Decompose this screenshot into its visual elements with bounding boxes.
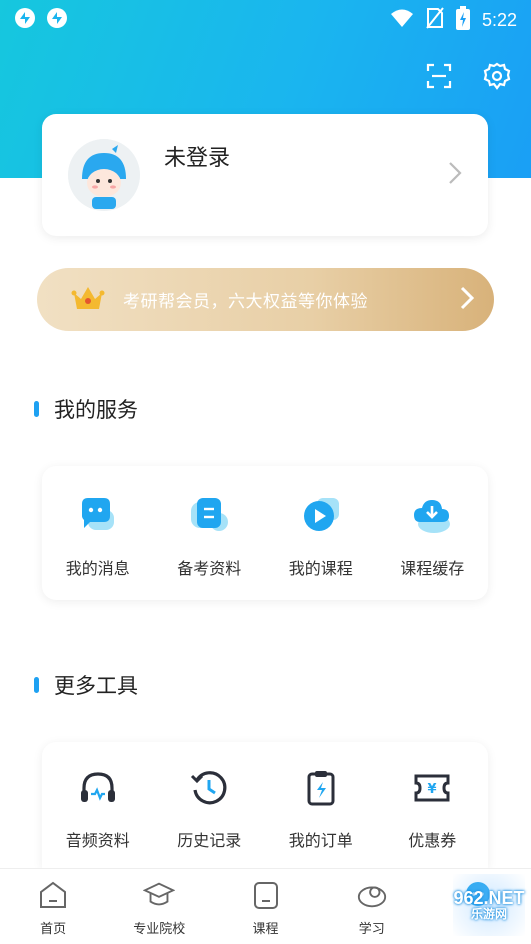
gear-icon <box>483 62 511 94</box>
headphones-icon <box>78 768 118 808</box>
tool-history[interactable]: 历史记录 <box>154 742 266 868</box>
study-icon <box>356 879 388 911</box>
tool-orders[interactable]: 我的订单 <box>265 742 377 868</box>
graduation-cap-icon <box>143 879 176 911</box>
service-label: 课程缓存 <box>400 559 465 578</box>
nav-item-schools[interactable]: 专业院校 <box>106 869 212 944</box>
app-notification-icon <box>46 7 68 33</box>
tool-label: 我的订单 <box>288 831 353 850</box>
chevron-right-icon <box>460 286 475 314</box>
profile-card[interactable]: 未登录 <box>42 114 488 236</box>
order-icon <box>301 768 341 808</box>
vip-banner[interactable]: 考研帮会员，六大权益等你体验 <box>37 268 494 331</box>
crown-icon <box>71 283 105 317</box>
services-title-text: 我的服务 <box>54 398 138 422</box>
document-icon <box>189 496 229 536</box>
svg-text:¥: ¥ <box>428 782 437 797</box>
nav-item-study[interactable]: 学习 <box>319 869 425 944</box>
app-notification-icon <box>14 7 36 33</box>
battery-icon <box>455 6 470 34</box>
tool-coupons[interactable]: ¥ 优惠券 <box>377 742 489 868</box>
status-time: 5:22 <box>481 9 517 30</box>
vip-text: 考研帮会员，六大权益等你体验 <box>123 292 368 312</box>
service-label: 我的消息 <box>65 559 130 578</box>
course-icon <box>250 879 282 911</box>
tools-section-title: 更多工具 <box>34 670 138 700</box>
services-section-title: 我的服务 <box>34 394 138 424</box>
service-materials[interactable]: 备考资料 <box>154 466 266 600</box>
tool-label: 历史记录 <box>177 831 242 850</box>
status-bar: 5:22 <box>0 0 531 40</box>
home-icon <box>37 879 69 911</box>
nav-label: 学习 <box>358 922 385 937</box>
nav-label: 专业院校 <box>133 922 186 937</box>
nav-label: 课程 <box>252 922 279 937</box>
service-label: 我的课程 <box>288 559 353 578</box>
bottom-nav: 首页 专业院校 课程 学习 <box>0 868 531 944</box>
nav-item-courses[interactable]: 课程 <box>212 869 318 944</box>
play-icon <box>301 496 341 536</box>
profile-name: 未登录 <box>164 146 231 171</box>
nav-label: 首页 <box>40 922 67 937</box>
watermark-subtext: 乐游网 <box>470 907 507 922</box>
service-cache[interactable]: 课程缓存 <box>377 466 489 600</box>
tools-card: 音频资料 历史记录 我的订单 ¥ 优惠券 <box>42 742 488 868</box>
scan-icon <box>426 63 452 93</box>
history-icon <box>189 768 229 808</box>
watermark-text: 962.NET <box>453 887 525 908</box>
section-marker <box>34 401 39 417</box>
section-marker <box>34 677 39 693</box>
tool-label: 优惠券 <box>408 831 457 850</box>
wifi-icon <box>390 8 414 32</box>
service-courses[interactable]: 我的课程 <box>265 466 377 600</box>
avatar[interactable] <box>68 139 140 211</box>
service-label: 备考资料 <box>177 559 242 578</box>
cloud-download-icon <box>412 496 452 536</box>
message-icon <box>78 496 118 536</box>
scan-button[interactable] <box>423 62 455 94</box>
service-messages[interactable]: 我的消息 <box>42 466 154 600</box>
settings-button[interactable] <box>481 62 513 94</box>
tool-audio[interactable]: 音频资料 <box>42 742 154 868</box>
nav-item-home[interactable]: 首页 <box>0 869 106 944</box>
services-card: 我的消息 备考资料 我的课程 课程缓存 <box>42 466 488 600</box>
chevron-right-icon <box>448 161 462 189</box>
watermark: 962.NET 乐游网 <box>453 874 525 936</box>
no-sim-icon <box>426 7 444 33</box>
top-actions <box>423 62 513 94</box>
tools-title-text: 更多工具 <box>54 674 138 698</box>
tool-label: 音频资料 <box>65 831 130 850</box>
coupon-icon: ¥ <box>412 768 452 808</box>
